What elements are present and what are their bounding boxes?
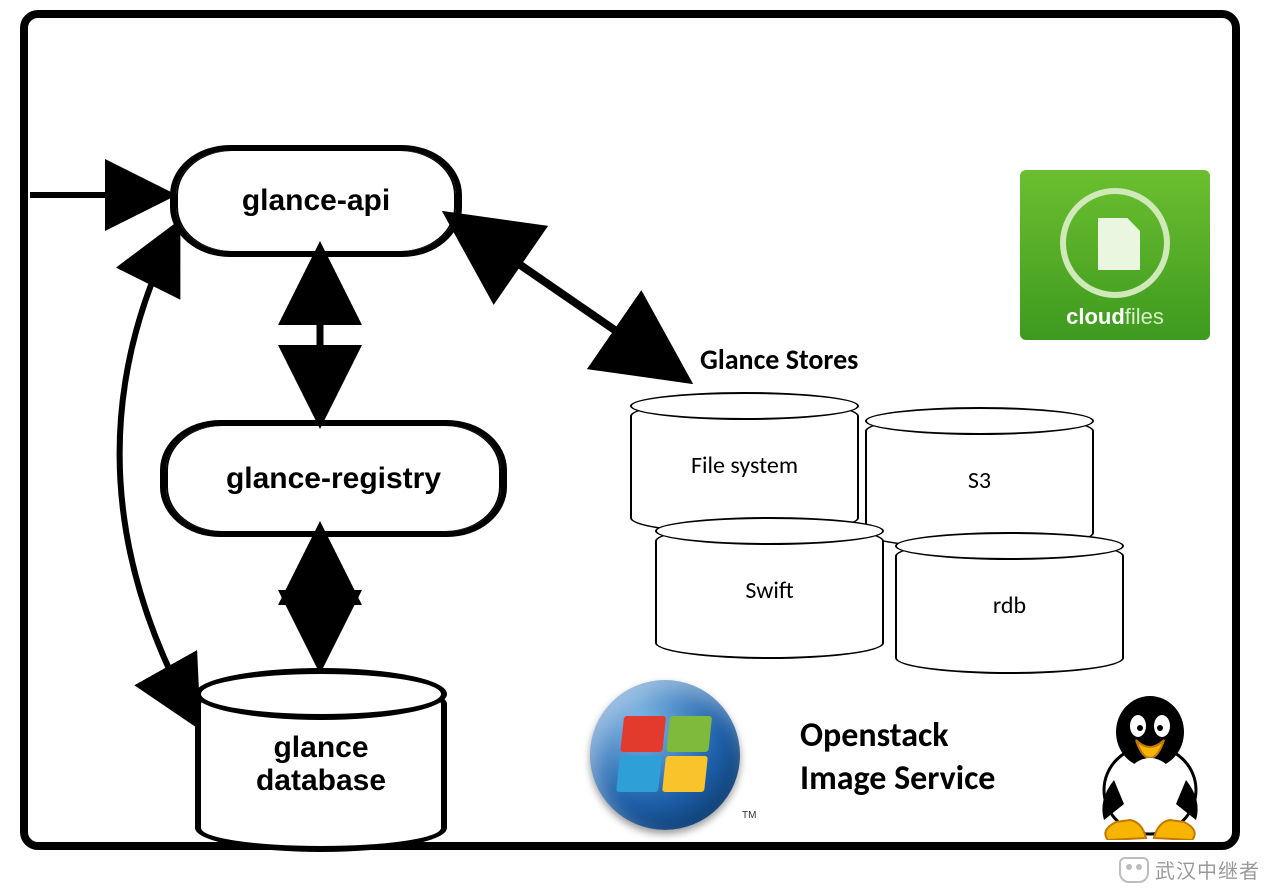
wechat-icon [1119, 857, 1149, 883]
db-label-line2: database [256, 764, 386, 797]
cloudfiles-light: files [1125, 304, 1164, 329]
linux-tux-icon [1080, 680, 1220, 840]
cloudfiles-logo: cloudfiles [1020, 170, 1210, 340]
diagram-title: Openstack Image Service [800, 715, 995, 800]
title-line2: Image Service [800, 758, 995, 799]
node-glance-api: glance-api [170, 145, 462, 257]
watermark-text: 武汉中继者 [1155, 855, 1260, 884]
store-filesystem-label: File system [632, 451, 857, 480]
store-rdb-label: rdb [897, 591, 1122, 620]
windows-tm: TM [742, 810, 756, 821]
node-glance-api-label: glance-api [242, 184, 390, 218]
cloudfiles-bold: cloud [1066, 304, 1125, 329]
store-filesystem: File system [630, 400, 859, 534]
db-label-line1: glance [273, 731, 368, 764]
store-swift-label: Swift [657, 576, 882, 605]
node-glance-registry: glance-registry [160, 420, 507, 537]
glance-stores-heading: Glance Stores [700, 342, 858, 377]
node-glance-database-label: glance database [201, 731, 441, 797]
store-s3-label: S3 [867, 466, 1092, 495]
store-s3: S3 [865, 415, 1094, 549]
node-glance-registry-label: glance-registry [226, 462, 441, 496]
windows-logo-icon: TM [590, 680, 740, 830]
store-swift: Swift [655, 525, 884, 659]
node-glance-database: glance database [195, 680, 447, 852]
title-line1: Openstack [800, 715, 949, 756]
cloudfiles-circle-icon [1060, 188, 1170, 298]
cloudfiles-text: cloudfiles [1020, 304, 1210, 330]
watermark: 武汉中继者 [1119, 855, 1260, 884]
store-rdb: rdb [895, 540, 1124, 674]
